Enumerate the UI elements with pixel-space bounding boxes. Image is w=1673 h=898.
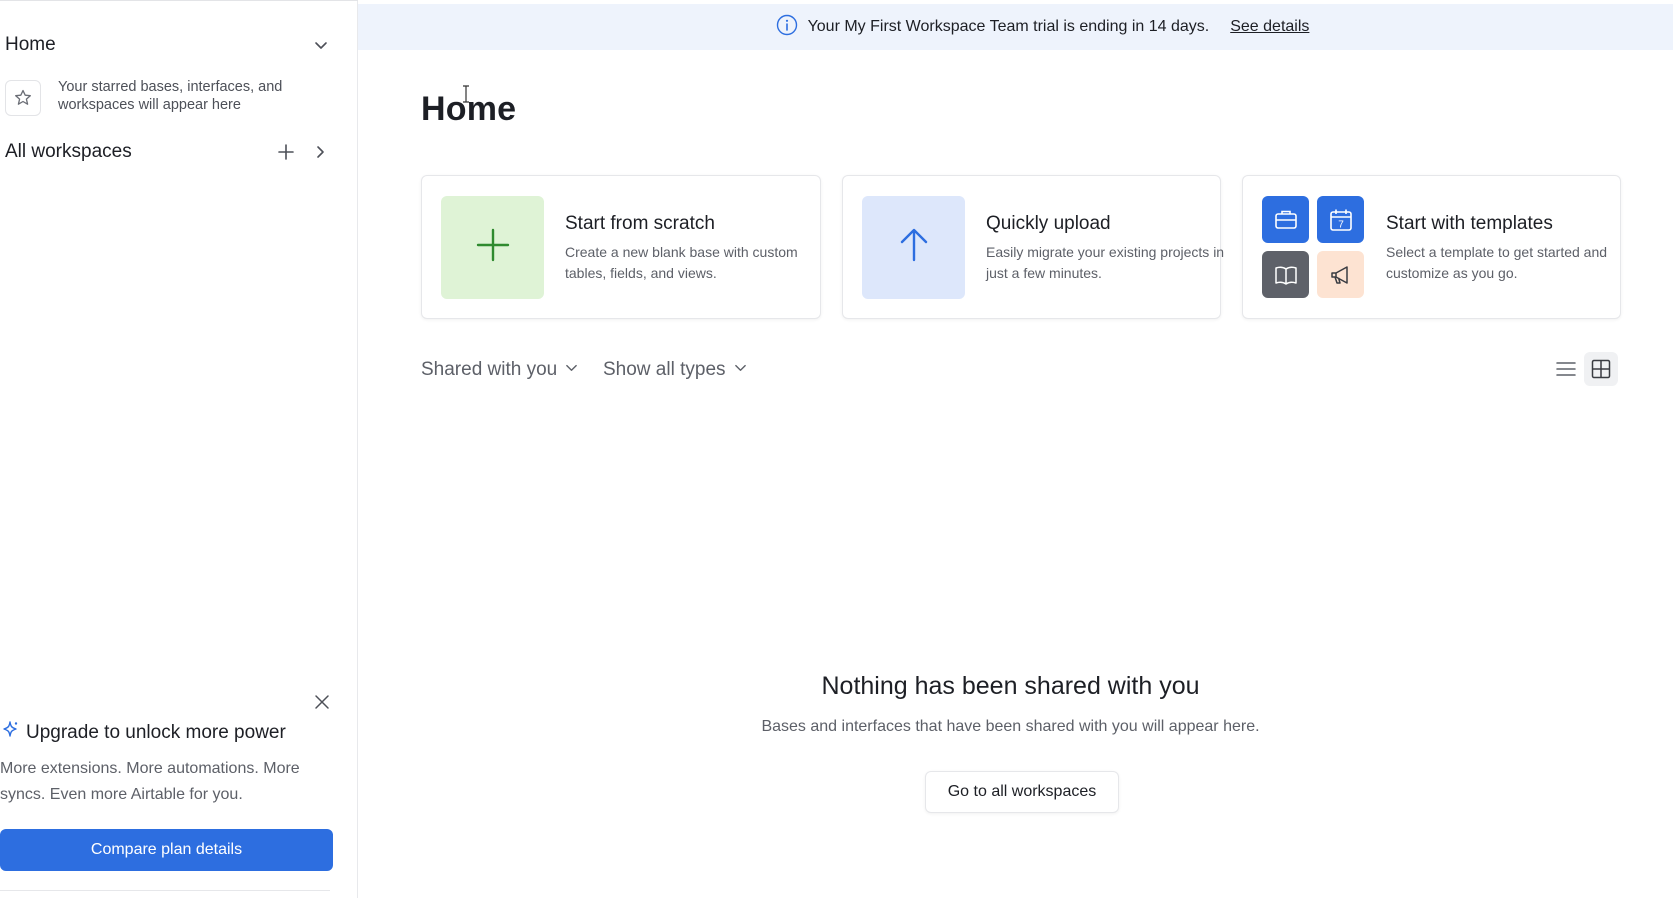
megaphone-icon	[1317, 251, 1364, 298]
empty-state-description: Bases and interfaces that have been shar…	[761, 718, 1260, 735]
card-description: Create a new blank base with custom tabl…	[565, 244, 798, 281]
sidebar-home-toggle[interactable]: Home	[5, 30, 335, 60]
add-workspace-plus-icon[interactable]	[271, 137, 301, 167]
go-to-all-workspaces-button[interactable]: Go to all workspaces	[925, 771, 1119, 813]
upgrade-description: More extensions. More automations. More …	[0, 760, 300, 803]
text-cursor-icon	[462, 85, 470, 108]
compare-plan-button[interactable]: Compare plan details	[0, 829, 333, 871]
chevron-down-icon	[565, 361, 578, 379]
chevron-right-icon[interactable]	[305, 137, 335, 167]
banner-text: Your My First Workspace Team trial is en…	[807, 18, 1210, 35]
show-all-types-dropdown[interactable]: Show all types	[603, 356, 747, 384]
chevron-down-icon	[734, 361, 747, 379]
quickly-upload-card[interactable]: Quickly upload Easily migrate your exist…	[842, 175, 1224, 319]
start-from-scratch-card[interactable]: Start from scratch Create a new blank ba…	[421, 175, 821, 319]
list-view-icon[interactable]	[1549, 352, 1583, 386]
info-icon	[776, 14, 798, 41]
card-description: Easily migrate your existing projects in…	[986, 244, 1225, 281]
types-filter-label: Show all types	[603, 359, 726, 380]
chevron-down-icon[interactable]	[307, 31, 335, 59]
upload-tile	[862, 196, 965, 299]
grid-view-icon[interactable]	[1584, 352, 1618, 386]
arrow-up-icon	[896, 227, 932, 268]
main-content: Your My First Workspace Team trial is en…	[358, 0, 1673, 898]
template-icons-grid: 7	[1262, 196, 1365, 299]
upgrade-title-text: Upgrade to unlock more power	[26, 721, 286, 743]
trial-banner: Your My First Workspace Team trial is en…	[358, 4, 1673, 50]
sidebar: Home Your starred bases, interfaces, and…	[0, 0, 358, 898]
card-description: Select a template to get started and cus…	[1386, 244, 1608, 281]
shared-filter-label: Shared with you	[421, 359, 558, 380]
start-with-templates-card[interactable]: 7 Start with templates Select a template…	[1242, 175, 1621, 319]
card-title: Start with templates	[1386, 213, 1553, 234]
calendar-day-label: 7	[1338, 219, 1344, 230]
sidebar-home-label: Home	[5, 34, 56, 55]
upgrade-title: Upgrade to unlock more power	[0, 720, 286, 745]
shared-with-you-dropdown[interactable]: Shared with you	[421, 356, 578, 384]
starred-placeholder: Your starred bases, interfaces, and work…	[5, 78, 335, 120]
starred-placeholder-text: Your starred bases, interfaces, and work…	[58, 79, 283, 113]
close-icon[interactable]	[308, 688, 336, 716]
star-icon	[5, 80, 41, 116]
sidebar-all-workspaces[interactable]: All workspaces	[5, 137, 335, 167]
card-title: Start from scratch	[565, 213, 715, 234]
book-icon	[1262, 251, 1309, 298]
card-title: Quickly upload	[986, 213, 1111, 234]
sparkle-icon	[0, 720, 20, 745]
scratch-tile	[441, 196, 544, 299]
briefcase-icon	[1262, 196, 1309, 243]
sidebar-bottom-divider	[0, 890, 330, 891]
all-workspaces-label: All workspaces	[5, 141, 132, 162]
empty-state-title: Nothing has been shared with you	[821, 672, 1200, 700]
sidebar-top-border	[0, 0, 358, 4]
see-details-link[interactable]: See details	[1230, 18, 1309, 36]
plus-icon	[475, 227, 511, 268]
calendar-icon: 7	[1317, 196, 1364, 243]
